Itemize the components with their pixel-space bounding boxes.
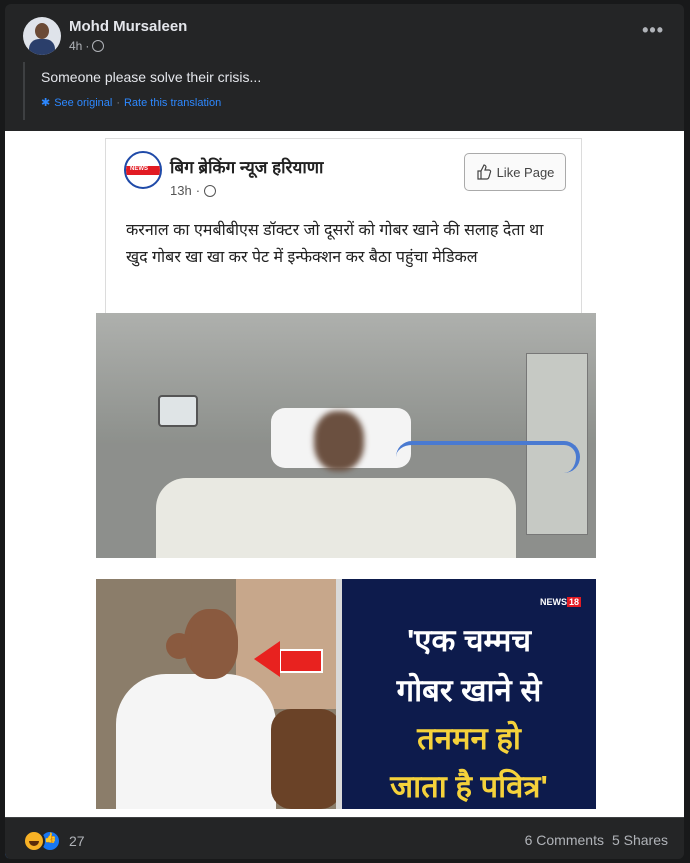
quote-bar — [23, 62, 25, 120]
see-original-link[interactable]: See original — [54, 97, 112, 109]
page-logo: NEWS — [124, 151, 162, 189]
globe-icon — [204, 184, 217, 197]
post-card: Mohd Mursaleen 4h · ••• Someone please s… — [5, 4, 684, 859]
thumb-up-icon — [476, 164, 491, 180]
shared-post-screenshot: NEWS बिग ब्रेकिंग न्यूज हरियाणा 13h · Li… — [105, 138, 582, 314]
more-icon[interactable]: ••• — [642, 20, 664, 41]
shared-post-time: 13h — [170, 183, 192, 198]
reactions-summary[interactable]: 27 — [23, 830, 85, 852]
post-stats: 6 Comments 5 Shares — [525, 832, 668, 848]
translation-separator: · — [116, 96, 120, 109]
monitor-icon — [158, 395, 198, 427]
channel-number: 18 — [567, 597, 582, 607]
news-graphic: NEWS 18 'एक चम्मच गोबर खाने से तनमन हो जा… — [96, 579, 596, 809]
like-page-label: Like Page — [496, 164, 555, 180]
comments-count[interactable]: 6 Comments — [525, 832, 604, 848]
rate-translation-link[interactable]: Rate this translation — [124, 97, 221, 109]
meta-separator: · — [85, 39, 90, 53]
headline-line-4: जाता है पवित्र' — [390, 769, 548, 804]
news18-logo: NEWS 18 — [540, 597, 582, 607]
hospital-photo — [96, 313, 596, 558]
headline-line-1: 'एक चम्मच — [406, 623, 532, 658]
globe-icon — [92, 40, 105, 52]
gear-icon: ✱ — [41, 97, 51, 109]
channel-name: NEWS — [540, 597, 567, 607]
page-name: बिग ब्रेकिंग न्यूज हरियाणा — [170, 158, 324, 177]
haha-reaction-icon — [23, 830, 45, 852]
post-text: Someone please solve their crisis... — [41, 69, 262, 85]
post-image[interactable]: NEWS बिग ब्रेकिंग न्यूज हरियाणा 13h · Li… — [5, 131, 684, 817]
post-time[interactable]: 4h — [69, 39, 82, 53]
post-header: Mohd Mursaleen 4h · ••• Someone please s… — [5, 4, 684, 128]
red-arrow-icon — [254, 641, 280, 677]
post-meta: 4h · — [69, 39, 105, 53]
reaction-count: 27 — [69, 833, 85, 849]
avatar[interactable] — [23, 17, 61, 55]
headline-line-3: तनमन हो — [417, 721, 521, 756]
headline-line-2: गोबर खाने से — [396, 673, 542, 708]
news-photo — [96, 579, 341, 809]
meta-separator: · — [195, 183, 201, 198]
shared-post-text: करनाल का एमबीबीएस डॉक्टर जो दूसरों को गो… — [126, 222, 544, 266]
shares-count[interactable]: 5 Shares — [612, 832, 668, 848]
author-name[interactable]: Mohd Mursaleen — [69, 18, 187, 35]
translation-links: ✱ See original · Rate this translation — [41, 96, 221, 110]
shared-post-meta: 13h · — [170, 183, 217, 198]
like-page-button: Like Page — [464, 153, 566, 191]
post-footer: 27 6 Comments 5 Shares — [5, 817, 684, 859]
